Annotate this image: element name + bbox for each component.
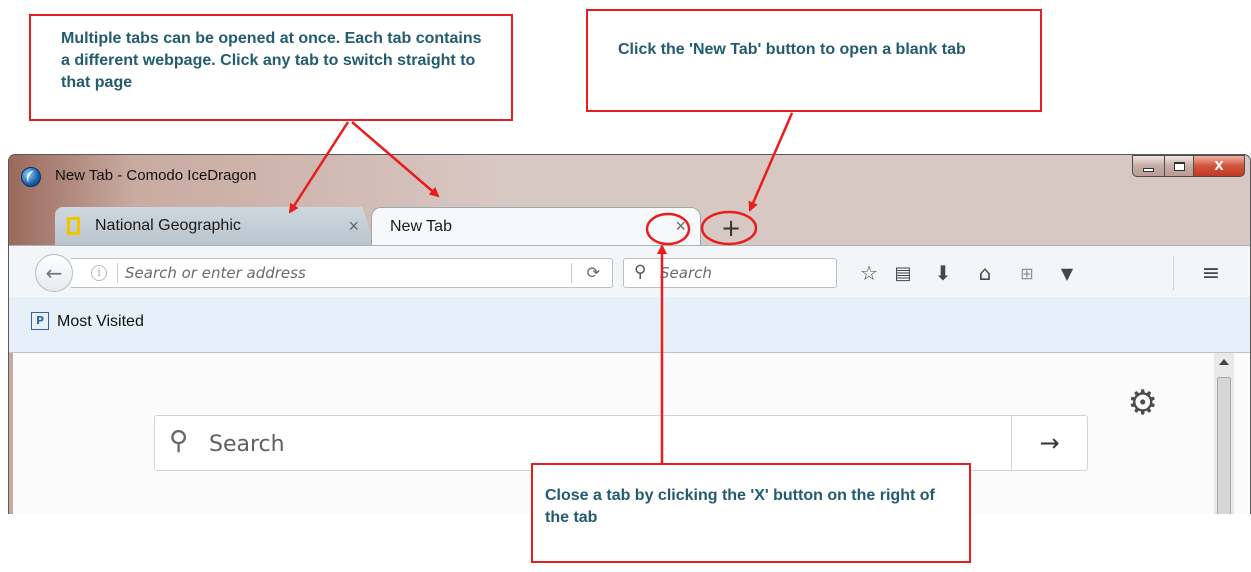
search-bar[interactable]: ⚲ [623,258,837,288]
back-button[interactable]: ← [35,254,73,292]
gear-icon[interactable]: ⚙ [1128,383,1158,423]
address-input[interactable] [125,263,545,283]
scrollbar[interactable] [1214,353,1234,514]
window-controls: X [1132,155,1245,177]
natgeo-logo-icon [67,217,80,235]
icedragon-app-icon [21,167,41,187]
tab-close-icon[interactable]: × [675,216,686,237]
most-visited-button[interactable]: Most Visited [57,313,144,331]
new-tab-button[interactable]: + [715,213,747,243]
scroll-up-icon[interactable] [1219,359,1229,365]
tab-label: National Geographic [95,217,241,234]
divider [571,263,572,283]
bookmark-star-icon[interactable]: ☆ [855,260,883,286]
tab-label: New Tab [390,217,452,235]
callout-tabs: Multiple tabs can be opened at once. Eac… [29,14,513,121]
pocket-icon[interactable]: ▼ [1053,260,1081,286]
minimize-icon [1143,168,1154,172]
tab-strip: National Geographic × New Tab × + [9,201,1250,245]
callout-close-tab: Close a tab by clicking the 'X' button o… [531,463,971,563]
navigation-toolbar: i ⟳ ← ⚲ ☆ ▤ ⬇ ⌂ ⊞ ▼ ≡ [9,245,1250,297]
window-title: New Tab - Comodo IceDragon [55,167,257,184]
most-visited-icon: P [31,312,49,330]
search-icon: ⚲ [634,262,647,282]
callout-new-tab: Click the 'New Tab' button to open a bla… [586,9,1042,112]
windows-icon[interactable]: ⊞ [1013,260,1041,286]
bookmarks-toolbar: P Most Visited [9,297,1250,353]
reading-list-icon[interactable]: ▤ [889,260,917,286]
home-icon[interactable]: ⌂ [971,260,999,286]
menu-icon[interactable]: ≡ [1197,260,1225,286]
page-search-input[interactable] [209,430,969,458]
reload-icon[interactable]: ⟳ [587,263,600,282]
back-arrow-icon: ← [45,261,63,285]
search-icon: ⚲ [169,426,189,456]
search-input[interactable] [660,263,830,283]
browser-window: New Tab - Comodo IceDragon X National Ge… [8,154,1251,514]
tab-national-geographic[interactable]: National Geographic × [55,207,375,245]
divider [117,263,118,283]
info-icon[interactable]: i [91,265,107,281]
tab-close-icon[interactable]: × [348,216,359,237]
download-icon[interactable]: ⬇ [929,260,957,286]
maximize-button[interactable] [1164,155,1193,177]
maximize-icon [1173,161,1185,171]
search-go-button[interactable]: → [1011,416,1087,470]
scroll-thumb[interactable] [1217,377,1231,514]
title-bar: New Tab - Comodo IceDragon X [9,155,1250,201]
url-bar[interactable]: i ⟳ [71,258,613,288]
divider [1173,256,1174,290]
tab-new-tab[interactable]: New Tab × [371,207,701,245]
close-window-button[interactable]: X [1193,155,1245,177]
minimize-button[interactable] [1132,155,1164,177]
